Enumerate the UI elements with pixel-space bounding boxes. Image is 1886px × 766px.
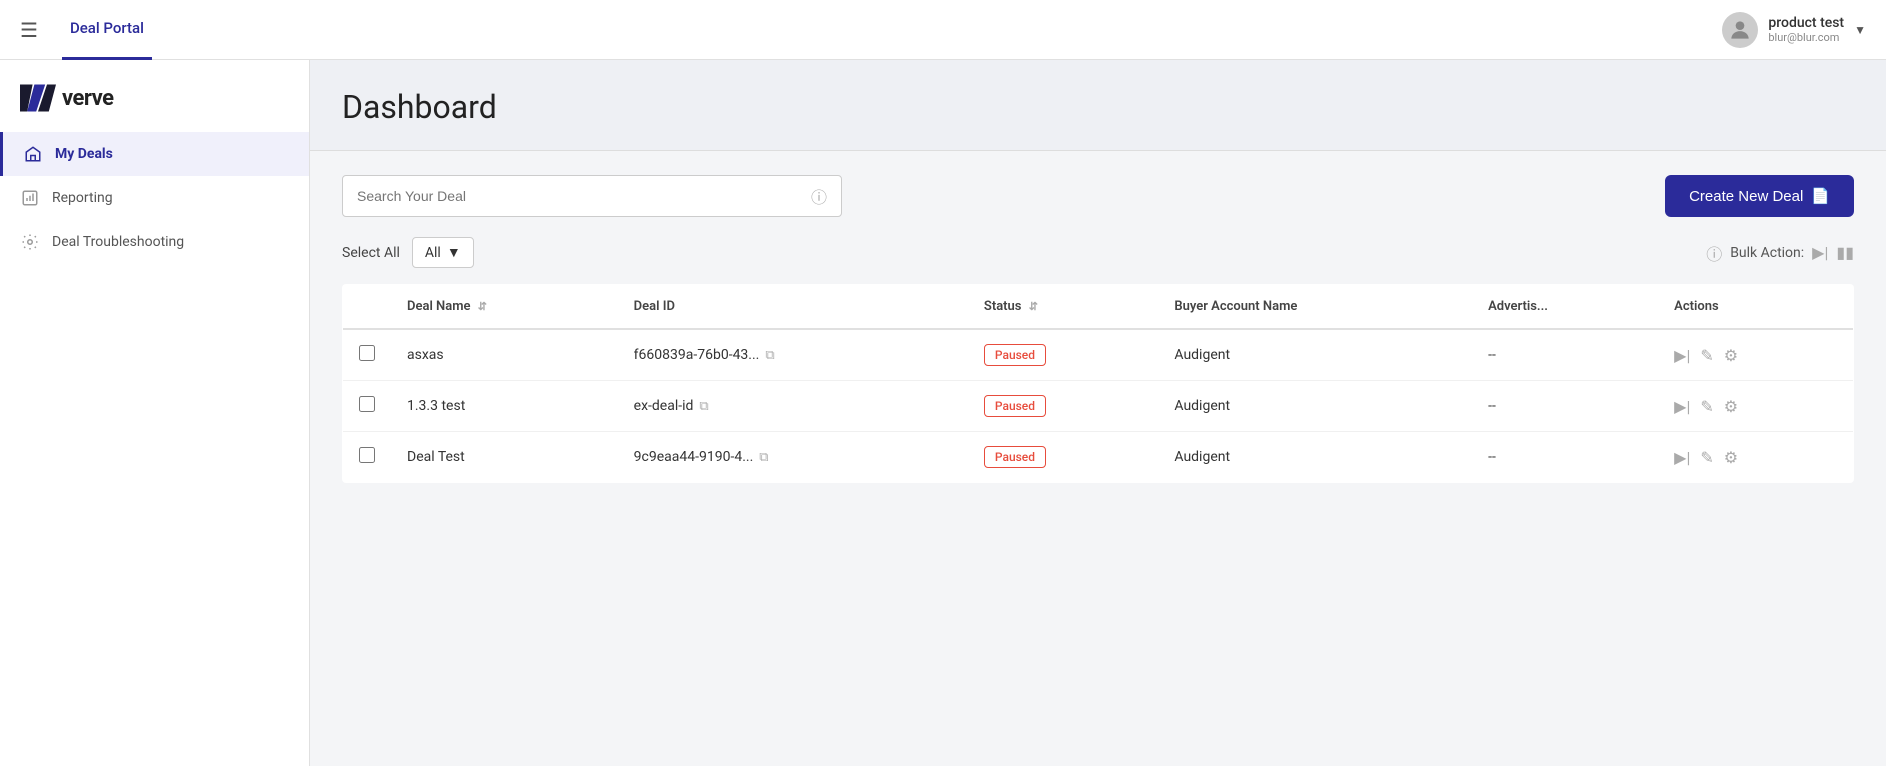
sidebar-label-deal-troubleshooting: Deal Troubleshooting xyxy=(52,234,184,250)
header-advertiser: Advertis... xyxy=(1472,285,1658,330)
create-btn-label: Create New Deal xyxy=(1689,188,1803,205)
select-all-label: Select All xyxy=(342,245,400,261)
row-deal-name-2: Deal Test xyxy=(391,432,618,483)
top-nav: ☰ Deal Portal product test blur@blur.com… xyxy=(0,0,1886,60)
table-row: Deal Test 9c9eaa44-9190-4... ⧉ Paused Au… xyxy=(343,432,1854,483)
row-status-0: Paused xyxy=(968,329,1159,381)
edit-icon-1[interactable]: ✎ xyxy=(1700,397,1713,416)
status-badge-1: Paused xyxy=(984,395,1046,417)
skip-forward-icon[interactable]: ▶| xyxy=(1812,243,1828,262)
status-badge-0: Paused xyxy=(984,344,1046,366)
row-deal-name-0: asxas xyxy=(391,329,618,381)
search-input[interactable] xyxy=(357,188,803,204)
main-content: Dashboard ⓘ Create New Deal 📄 Select All… xyxy=(310,60,1886,766)
avatar xyxy=(1722,12,1758,48)
row-checkbox-cell xyxy=(343,432,392,483)
document-icon: 📄 xyxy=(1811,187,1830,205)
edit-icon-2[interactable]: ✎ xyxy=(1700,448,1713,467)
skip-forward-action-icon-0[interactable]: ▶| xyxy=(1674,346,1690,365)
settings-action-icon-1[interactable]: ⚙ xyxy=(1724,397,1738,416)
content-area: ⓘ Create New Deal 📄 Select All All ▼ ⓘ B… xyxy=(310,151,1886,766)
sort-status-icon[interactable]: ⇵ xyxy=(1029,300,1038,313)
chevron-down-icon[interactable]: ▼ xyxy=(1854,23,1866,37)
home-icon xyxy=(23,144,43,164)
skip-forward-action-icon-2[interactable]: ▶| xyxy=(1674,448,1690,467)
create-new-deal-button[interactable]: Create New Deal 📄 xyxy=(1665,175,1854,217)
header-actions: Actions xyxy=(1658,285,1853,330)
copy-id-icon-0[interactable]: ⧉ xyxy=(765,348,774,363)
filter-value: All xyxy=(425,245,441,261)
copy-id-icon-1[interactable]: ⧉ xyxy=(699,399,708,414)
header-deal-name: Deal Name ⇵ xyxy=(391,285,618,330)
row-status-2: Paused xyxy=(968,432,1159,483)
copy-id-icon-2[interactable]: ⧉ xyxy=(759,450,768,465)
row-checkbox-cell xyxy=(343,329,392,381)
edit-icon-0[interactable]: ✎ xyxy=(1700,346,1713,365)
settings-action-icon-0[interactable]: ⚙ xyxy=(1724,346,1738,365)
user-name: product test xyxy=(1768,15,1844,31)
logo-text: verve xyxy=(62,86,114,111)
verve-logo: verve xyxy=(0,76,309,132)
row-deal-id-1: ex-deal-id ⧉ xyxy=(618,381,968,432)
tab-deal-portal[interactable]: Deal Portal xyxy=(62,0,152,60)
user-email: blur@blur.com xyxy=(1768,31,1844,44)
header-checkbox-cell xyxy=(343,285,392,330)
row-buyer-0: Audigent xyxy=(1158,329,1472,381)
row-actions-0: ▶| ✎ ⚙ xyxy=(1658,329,1853,381)
filter-dropdown[interactable]: All ▼ xyxy=(412,237,474,268)
header-status: Status ⇵ xyxy=(968,285,1159,330)
row-actions-2: ▶| ✎ ⚙ xyxy=(1658,432,1853,483)
deal-checkbox-0[interactable] xyxy=(359,345,375,361)
bulk-info-icon[interactable]: ⓘ xyxy=(1706,241,1722,265)
row-advertiser-1: -- xyxy=(1472,381,1658,432)
header-buyer-account: Buyer Account Name xyxy=(1158,285,1472,330)
sidebar-label-my-deals: My Deals xyxy=(55,146,113,162)
settings-action-icon-2[interactable]: ⚙ xyxy=(1724,448,1738,467)
sidebar: verve My Deals Reporting xyxy=(0,60,310,766)
skip-forward-action-icon-1[interactable]: ▶| xyxy=(1674,397,1690,416)
hamburger-icon[interactable]: ☰ xyxy=(20,18,38,42)
table-row: 1.3.3 test ex-deal-id ⧉ Paused Audigent … xyxy=(343,381,1854,432)
settings-icon xyxy=(20,232,40,252)
pause-icon[interactable]: ▮▮ xyxy=(1836,243,1854,262)
dashboard-header: Dashboard xyxy=(310,60,1886,151)
deal-checkbox-1[interactable] xyxy=(359,396,375,412)
nav-right: product test blur@blur.com ▼ xyxy=(1722,12,1866,48)
row-status-1: Paused xyxy=(968,381,1159,432)
status-badge-2: Paused xyxy=(984,446,1046,468)
sidebar-item-reporting[interactable]: Reporting xyxy=(0,176,309,220)
info-icon[interactable]: ⓘ xyxy=(811,184,827,208)
row-advertiser-2: -- xyxy=(1472,432,1658,483)
search-create-row: ⓘ Create New Deal 📄 xyxy=(342,175,1854,217)
bulk-action-row: ⓘ Bulk Action: ▶| ▮▮ xyxy=(1706,241,1854,265)
search-box[interactable]: ⓘ xyxy=(342,175,842,217)
row-advertiser-0: -- xyxy=(1472,329,1658,381)
row-checkbox-cell xyxy=(343,381,392,432)
dashboard-title: Dashboard xyxy=(342,88,1854,126)
row-deal-name-1: 1.3.3 test xyxy=(391,381,618,432)
bulk-action-label: Bulk Action: xyxy=(1730,245,1804,261)
row-buyer-1: Audigent xyxy=(1158,381,1472,432)
sidebar-item-my-deals[interactable]: My Deals xyxy=(0,132,309,176)
deals-table: Deal Name ⇵ Deal ID Status ⇵ Buyer Accou… xyxy=(342,284,1854,483)
filter-row: Select All All ▼ ⓘ Bulk Action: ▶| ▮▮ xyxy=(342,237,1854,268)
dropdown-chevron-icon: ▼ xyxy=(447,244,461,261)
deal-checkbox-2[interactable] xyxy=(359,447,375,463)
app-body: verve My Deals Reporting xyxy=(0,60,1886,766)
sidebar-label-reporting: Reporting xyxy=(52,190,113,206)
row-actions-1: ▶| ✎ ⚙ xyxy=(1658,381,1853,432)
sidebar-item-deal-troubleshooting[interactable]: Deal Troubleshooting xyxy=(0,220,309,264)
table-header-row: Deal Name ⇵ Deal ID Status ⇵ Buyer Accou… xyxy=(343,285,1854,330)
table-row: asxas f660839a-76b0-43... ⧉ Paused Audig… xyxy=(343,329,1854,381)
row-deal-id-2: 9c9eaa44-9190-4... ⧉ xyxy=(618,432,968,483)
row-buyer-2: Audigent xyxy=(1158,432,1472,483)
sort-deal-name-icon[interactable]: ⇵ xyxy=(478,300,487,313)
row-deal-id-0: f660839a-76b0-43... ⧉ xyxy=(618,329,968,381)
user-info: product test blur@blur.com xyxy=(1768,15,1844,44)
report-icon xyxy=(20,188,40,208)
header-deal-id: Deal ID xyxy=(618,285,968,330)
